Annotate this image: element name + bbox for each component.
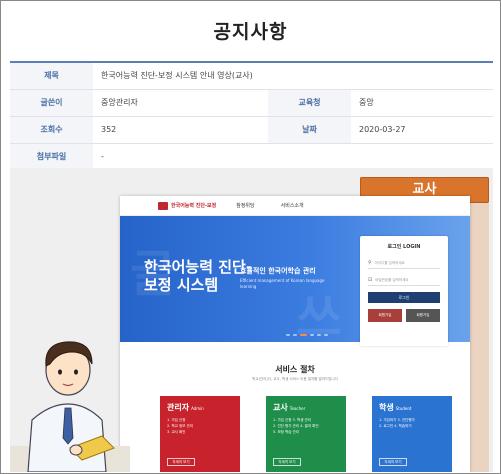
card-title-en: Student — [395, 406, 412, 411]
login-id-placeholder: 아이디를 입력하세요 — [374, 260, 405, 265]
site-nav: 한국어능력 진단-보정 참정위당 서비스소개 — [120, 196, 470, 216]
service-title: 서비스 절차 — [275, 365, 315, 374]
page-title: 공지사항 — [213, 20, 288, 43]
attachment-label: 첨부파일 — [10, 143, 93, 171]
card-lines: 1. 가입 신청 3. 학생 관리 2. 진단 평가 관리 4. 결과 확인 5… — [273, 417, 339, 435]
card-title: 관리자 Admin — [167, 402, 233, 413]
user-icon: ⚲ — [368, 260, 372, 266]
post-info-table: 제목 한국어능력 진단-보정 시스템 안내 영상(교사) 글쓴이 중앙관리자 교… — [10, 61, 493, 171]
hero-subtitle: 효율적인 한국어학습 관리 — [240, 267, 316, 275]
site-screenshot: 한국어능력 진단-보정 참정위당 서비스소개 글 쓰 한국어능력 진단-보정 시… — [120, 196, 470, 472]
views-row: 조회수 352 날짜 2020-03-27 — [10, 116, 493, 144]
login-id-field: ⚲ 아이디를 입력하세요 — [368, 258, 440, 269]
attachment-row: 첨부파일 - — [10, 143, 493, 171]
hero-subtitle-en: Efficient management of Korean language … — [240, 278, 325, 289]
card-title-text: 학생 — [379, 403, 394, 412]
subject-row: 제목 한국어능력 진단-보정 시스템 안내 영상(교사) — [10, 62, 493, 90]
login-secondary-buttons: 회원가입 회원가입 — [368, 309, 440, 322]
card-more-button: 자세히 보기 — [167, 458, 195, 466]
service-subtitle: 학교(관리)자, 교사, 학생 서비스 이용 절차를 알려드립니다 — [252, 377, 338, 381]
card-lines: 1. 가입하기 3. 진단평가 2. 로그인 4. 학습하기 — [379, 417, 445, 429]
login-pw-placeholder: 비밀번호를 입력하세요 — [375, 277, 409, 282]
card-title: 교사 Teacher — [273, 402, 339, 413]
attachment-value[interactable]: - — [93, 143, 493, 171]
carousel-dot — [324, 334, 328, 336]
login-title: 로그인 LOGIN — [387, 244, 421, 250]
hero-title: 한국어능력 진단-보정 시스템 — [144, 258, 253, 294]
subject-label: 제목 — [10, 62, 93, 90]
login-button: 로그인 — [368, 292, 440, 303]
author-row: 글쓴이 중앙관리자 교육청 중앙 — [10, 89, 493, 117]
carousel-dot — [286, 334, 290, 336]
service-card-teacher: 교사 Teacher 1. 가입 신청 3. 학생 관리 2. 진단 평가 관리 … — [266, 396, 346, 472]
card-line: 2. 로그인 4. 학습하기 — [379, 424, 412, 428]
login-box: 로그인 LOGIN ⚲ 아이디를 입력하세요 ⊡ 비밀번호를 입력하세요 로그인… — [360, 236, 448, 346]
author-label: 글쓴이 — [10, 89, 93, 117]
carousel-dots — [286, 334, 328, 336]
carousel-dot — [293, 334, 297, 336]
login-pw-field: ⊡ 비밀번호를 입력하세요 — [368, 275, 440, 286]
carousel-dot — [310, 334, 314, 336]
nav-item-2: 서비스소개 — [280, 203, 304, 209]
carousel-dot — [317, 334, 321, 336]
card-title-text: 교사 — [273, 403, 288, 412]
card-title-text: 관리자 — [167, 403, 190, 412]
card-lines: 1. 가입 신청 2. 학교 정보 관리 3. 교사 확인 — [167, 417, 233, 435]
lock-icon: ⊡ — [368, 277, 373, 283]
service-card-student: 학생 Student 1. 가입하기 3. 진단평가 2. 로그인 4. 학습하기… — [372, 396, 452, 472]
views-label: 조회수 — [10, 116, 93, 144]
card-line: 3. 교사 확인 — [167, 430, 186, 434]
logo-mark-icon — [158, 201, 168, 210]
card-line: 5. 보정 학습 관리 — [273, 430, 299, 434]
carousel-dot-active — [300, 334, 307, 336]
card-more-button: 자세히 보기 — [273, 458, 301, 466]
subject-value: 한국어능력 진단-보정 시스템 안내 영상(교사) — [93, 62, 493, 90]
site-logo: 한국어능력 진단-보정 — [158, 201, 217, 210]
office-label: 교육청 — [268, 89, 351, 117]
card-title: 학생 Student — [379, 402, 445, 413]
date-label: 날짜 — [268, 116, 351, 144]
teacher-character-illustration — [10, 341, 130, 472]
author-value: 중앙관리자 — [93, 89, 268, 117]
video-thumbnail[interactable]: 교사 한국어능력 진단-보정 참정위당 서비스소개 글 쓰 한국어능력 진단-보… — [10, 168, 493, 472]
views-value: 352 — [93, 116, 268, 144]
logo-text: 한국어능력 진단-보정 — [171, 203, 217, 209]
find-button: 회원가입 — [406, 309, 440, 322]
card-title-en: Admin — [191, 406, 204, 411]
join-button: 회원가입 — [368, 309, 402, 322]
card-more-button: 자세히 보기 — [379, 458, 407, 466]
card-title-en: Teacher — [289, 406, 306, 411]
office-value: 중앙 — [351, 89, 493, 117]
title-bar: 공지사항 — [1, 1, 500, 59]
date-value: 2020-03-27 — [351, 116, 493, 144]
nav-item-1: 참정위당 — [236, 203, 255, 209]
service-card-admin: 관리자 Admin 1. 가입 신청 2. 학교 정보 관리 3. 교사 확인 자… — [160, 396, 240, 472]
